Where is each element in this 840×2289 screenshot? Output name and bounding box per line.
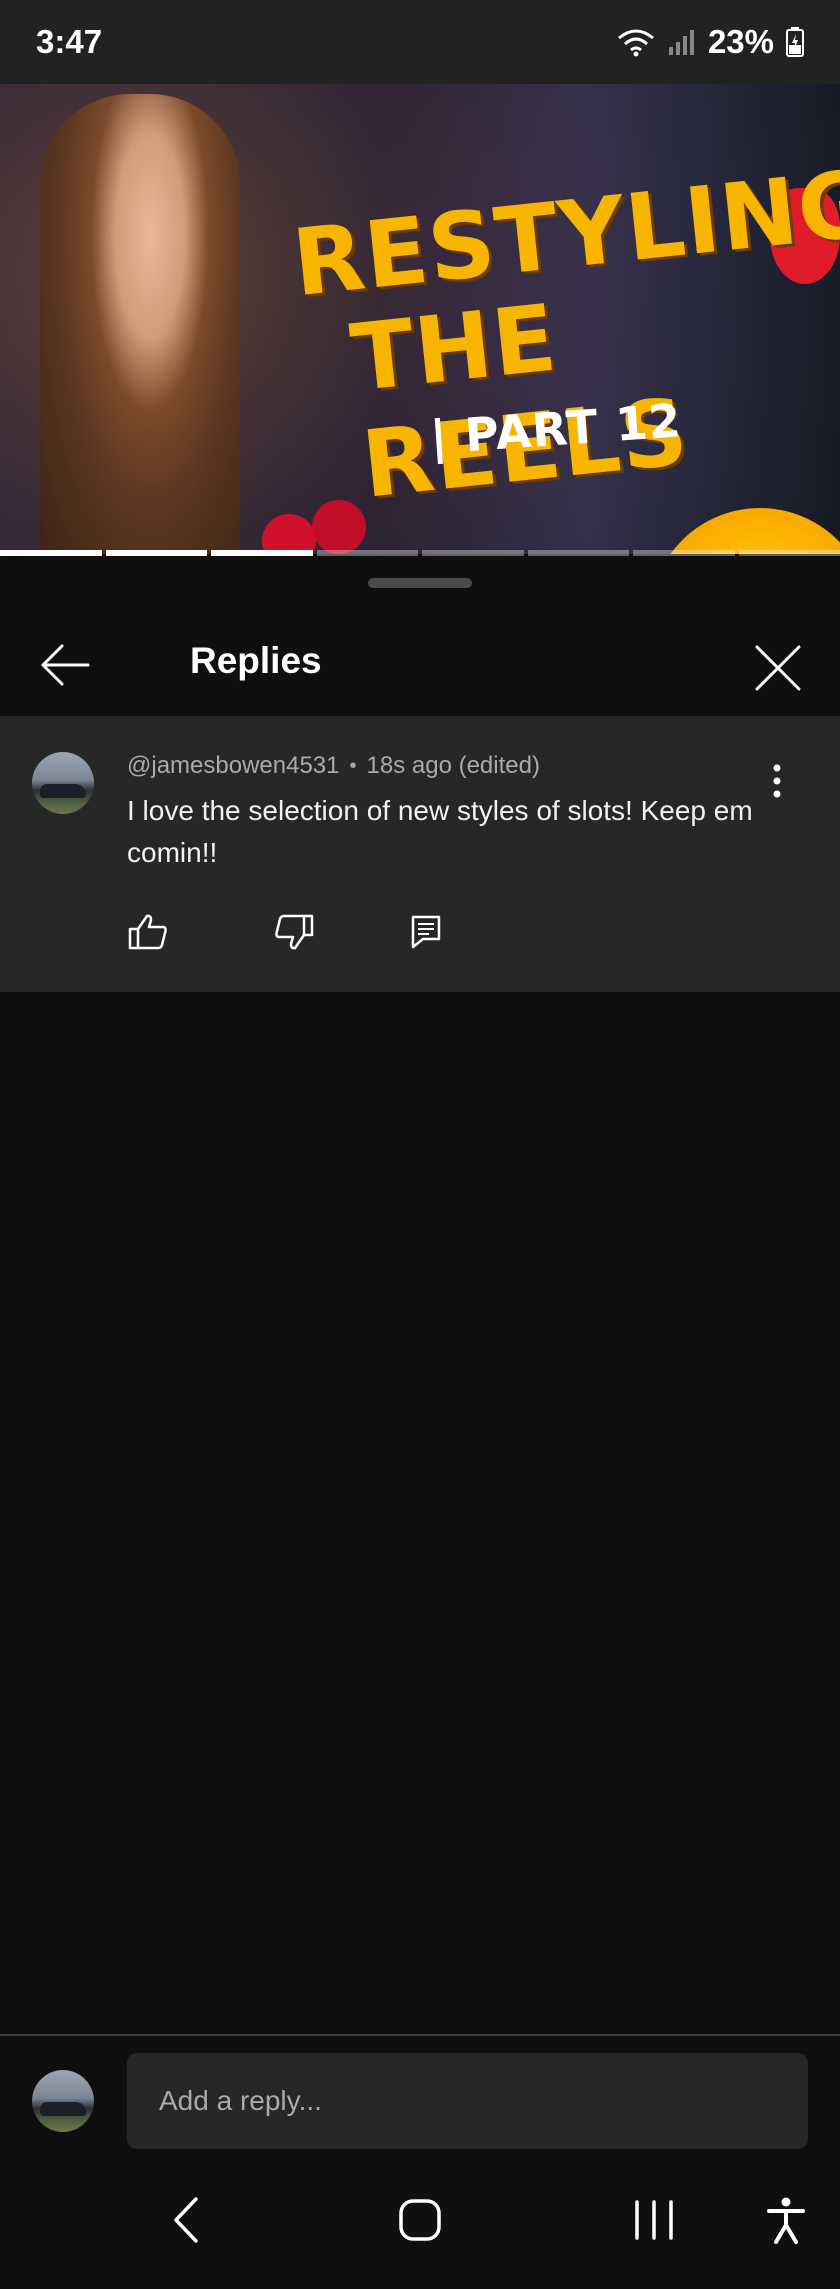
nav-home-button[interactable] <box>380 2180 460 2260</box>
progress-segment <box>738 550 840 556</box>
accessibility-button[interactable] <box>746 2180 826 2260</box>
reply-input[interactable] <box>127 2053 808 2149</box>
meta-separator: • <box>349 754 357 777</box>
battery-charging-icon <box>786 27 804 57</box>
nav-recents-button[interactable] <box>614 2180 694 2260</box>
close-button[interactable] <box>740 630 816 706</box>
thumbs-up-icon <box>128 914 167 950</box>
progress-segment <box>0 550 102 556</box>
nav-recents-icon <box>635 2200 673 2240</box>
signal-icon <box>668 29 696 55</box>
video-thumbnail-person <box>40 94 240 554</box>
avatar <box>32 2070 94 2132</box>
like-button[interactable] <box>122 906 174 958</box>
accessibility-icon <box>767 2197 805 2244</box>
cherry-graphic <box>262 514 316 554</box>
nav-back-icon <box>174 2197 198 2243</box>
replies-title: Replies <box>190 640 322 681</box>
comment-text: I love the selection of new styles of sl… <box>127 795 753 868</box>
status-bar: 3:47 23% <box>0 0 840 84</box>
back-button[interactable] <box>30 630 100 700</box>
reply-button[interactable] <box>400 906 452 958</box>
status-time: 3:47 <box>36 23 103 60</box>
lemon-graphic <box>650 508 840 554</box>
comment-card: @jamesbowen4531 • 18s ago (edited) I lov… <box>0 716 840 992</box>
progress-segment <box>422 550 524 556</box>
comment-meta: @jamesbowen4531 • 18s ago (edited) <box>127 752 540 780</box>
close-icon <box>755 645 801 691</box>
video-player[interactable]: RESTYLING THE REELS | PART 12 <box>0 84 840 554</box>
more-vertical-icon <box>773 764 781 798</box>
thumbs-down-icon <box>275 914 314 950</box>
drag-handle[interactable] <box>368 578 472 588</box>
progress-segment <box>527 550 629 556</box>
avatar[interactable] <box>32 752 94 814</box>
dislike-button[interactable] <box>268 906 320 958</box>
arrow-left-icon <box>41 644 90 686</box>
comment-time: 18s ago (edited) <box>366 752 540 779</box>
comment-author[interactable]: @jamesbowen4531 <box>127 752 340 780</box>
battery-percent: 23% <box>707 23 774 60</box>
progress-segment <box>105 550 207 556</box>
wifi-icon <box>616 27 656 57</box>
nav-home-icon <box>399 2199 441 2241</box>
progress-segment <box>211 550 313 556</box>
status-icons: 23% <box>616 23 804 61</box>
replies-header: Replies <box>0 606 840 722</box>
comment-reply-icon <box>411 915 441 949</box>
video-progress-bar[interactable] <box>0 550 840 556</box>
progress-segment <box>316 550 418 556</box>
system-nav-bar <box>0 2150 840 2289</box>
progress-segment <box>633 550 735 556</box>
more-options-button[interactable] <box>760 756 794 806</box>
nav-back-button[interactable] <box>146 2180 226 2260</box>
replies-sheet: Replies @jamesbowen4531 • 18s ago (edite… <box>0 556 840 2289</box>
